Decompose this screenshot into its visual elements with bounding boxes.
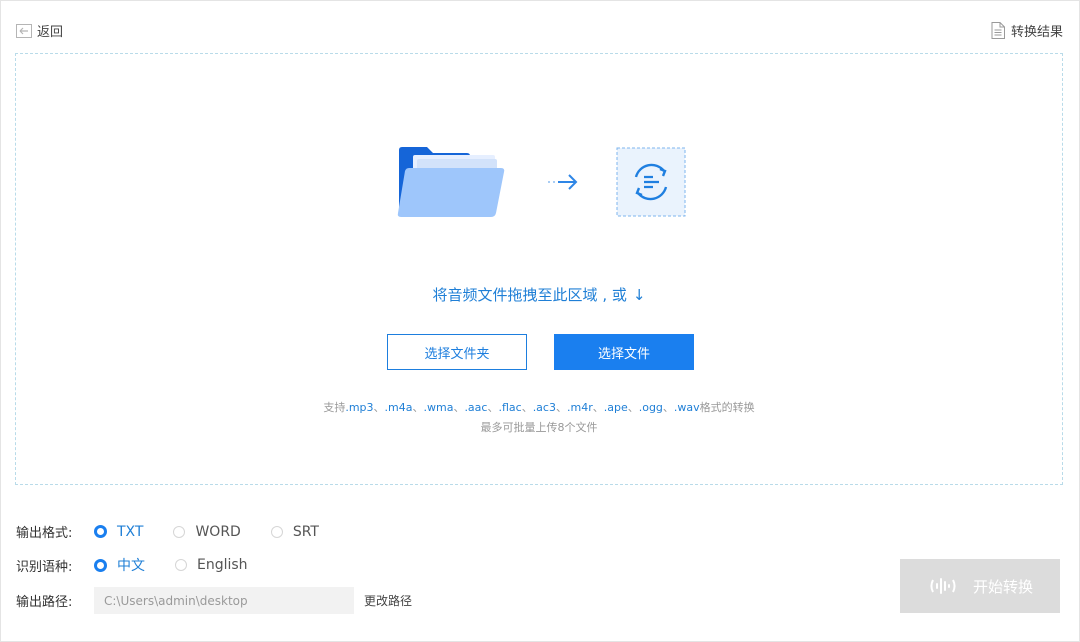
language-radio-english[interactable]: English — [175, 555, 248, 575]
support-prefix: 支持 — [323, 401, 346, 414]
format-separator: 、 — [521, 401, 533, 414]
format-separator: 、 — [373, 401, 385, 414]
format-separator: 、 — [412, 401, 424, 414]
format-separator: 、 — [487, 401, 499, 414]
format-item: .wma — [423, 401, 454, 414]
format-item: .aac — [464, 401, 488, 414]
max-files-text: 最多可批量上传8个文件 — [480, 421, 598, 434]
select-file-label: 选择文件 — [597, 346, 650, 362]
select-folder-label: 选择文件夹 — [424, 346, 490, 362]
radio-label: WORD — [195, 523, 241, 540]
output-path-input[interactable] — [94, 587, 354, 614]
drop-hint-text: 将音频文件拖拽至此区域 , 或 — [432, 286, 627, 304]
format-radio-srt[interactable]: SRT — [270, 523, 319, 540]
format-radio-word[interactable]: WORD — [173, 523, 241, 540]
transcribe-target-icon — [616, 147, 686, 221]
format-item: .flac — [498, 401, 522, 414]
output-format-label: 输出格式: — [16, 526, 73, 541]
folder-icon — [397, 147, 507, 223]
back-button[interactable]: 返回 — [16, 21, 63, 40]
select-folder-button[interactable]: 选择文件夹 — [387, 334, 527, 370]
document-icon — [991, 22, 1005, 39]
format-separator: 、 — [662, 401, 674, 414]
radio-dot — [270, 525, 283, 538]
change-path-link[interactable]: 更改路径 — [364, 592, 412, 609]
language-radio-中文[interactable]: 中文 — [94, 555, 145, 575]
radio-label: TXT — [117, 523, 144, 540]
language-row: 识别语种: 中文 English — [16, 555, 278, 575]
format-radio-txt[interactable]: TXT — [94, 524, 143, 540]
start-conversion-label: 开始转换 — [972, 577, 1033, 596]
right-arrow-icon — [546, 171, 580, 197]
language-label: 识别语种: — [16, 559, 73, 575]
radio-dot — [173, 525, 186, 538]
radio-label: 中文 — [117, 558, 145, 574]
file-drop-zone[interactable]: 将音频文件拖拽至此区域 , 或 ↓ 选择文件夹 选择文件 支持.mp3、.m4a、… — [15, 53, 1063, 485]
select-file-button[interactable]: 选择文件 — [554, 334, 694, 370]
format-item: .ac3 — [532, 401, 556, 414]
supported-formats-text: 支持.mp3、.m4a、.wma、.aac、.flac、.ac3、.m4r、.a… — [16, 399, 1062, 415]
result-label: 转换结果 — [1010, 25, 1063, 40]
format-item: .ogg — [638, 401, 663, 414]
sound-wave-icon — [927, 570, 959, 602]
conversion-result-button[interactable]: 转换结果 — [991, 21, 1063, 40]
output-format-group: TXT WORD SRT — [94, 524, 349, 540]
back-label: 返回 — [37, 25, 64, 40]
support-suffix: 格式的转换 — [699, 401, 755, 414]
format-separator: 、 — [555, 401, 567, 414]
app-window: 返回 转换结果 将音频文件拖拽至此区域 , 或 ↓ 选择文件夹 选择文件 支持.… — [0, 0, 1080, 642]
radio-dot — [175, 559, 187, 571]
start-conversion-button[interactable]: 开始转换 — [900, 559, 1060, 613]
radio-label: SRT — [292, 523, 319, 540]
format-item: .m4r — [566, 401, 593, 414]
arrow-down-icon: ↓ — [632, 286, 646, 304]
output-path-label: 输出路径: — [16, 595, 73, 610]
format-separator: 、 — [453, 401, 465, 414]
radio-label: English — [197, 557, 248, 573]
format-item: .wav — [673, 401, 700, 414]
format-item: .m4a — [384, 401, 413, 414]
radio-dot — [94, 525, 107, 538]
format-separator: 、 — [627, 401, 639, 414]
output-path-row: 输出路径: 更改路径 — [16, 587, 412, 614]
radio-dot — [94, 558, 107, 572]
format-item: .mp3 — [345, 401, 374, 414]
drop-hint: 将音频文件拖拽至此区域 , 或 ↓ — [16, 284, 1062, 305]
back-arrow-icon — [16, 23, 32, 38]
language-group: 中文 English — [94, 555, 278, 575]
output-format-row: 输出格式: TXT WORD SRT — [16, 522, 349, 542]
format-item: .ape — [603, 401, 628, 414]
format-separator: 、 — [592, 401, 604, 414]
